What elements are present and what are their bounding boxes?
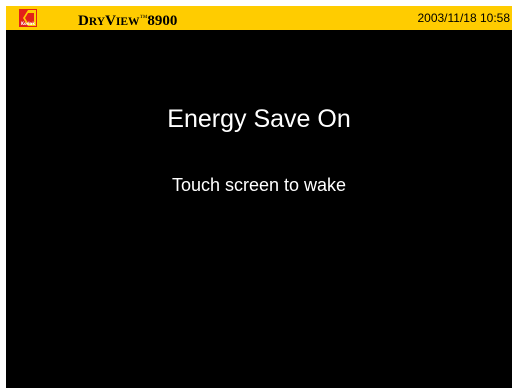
header-bar: Kodak DRYVIEW™8900 2003/11/18 10:58	[6, 6, 512, 30]
product-name-initial-1: D	[78, 13, 89, 29]
energy-save-status-title: Energy Save On	[167, 105, 351, 133]
touch-screen[interactable]: Kodak DRYVIEW™8900 2003/11/18 10:58 Ener…	[6, 6, 512, 388]
product-name-initial-2: V	[105, 13, 116, 29]
product-name-rest-2: IEW	[115, 16, 140, 28]
product-name-rest-1: RY	[88, 16, 106, 28]
kodak-logo-icon: Kodak	[18, 8, 38, 28]
wake-instruction-text: Touch screen to wake	[171, 175, 347, 195]
product-title: DRYVIEW™8900	[78, 9, 177, 31]
datetime-display: 2003/11/18 10:58	[417, 11, 510, 25]
logo-text: Kodak	[21, 21, 35, 26]
model-number: 8900	[147, 13, 178, 29]
